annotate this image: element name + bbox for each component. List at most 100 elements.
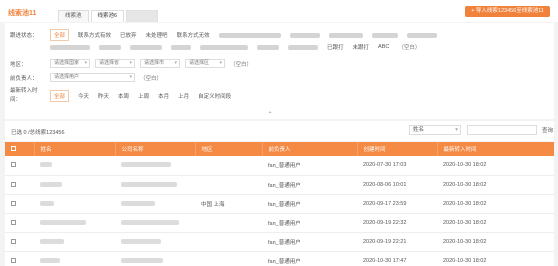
status-option-all[interactable]: 全部: [50, 29, 70, 41]
tab-lead-pool-6[interactable]: 线索池6: [90, 10, 125, 22]
time-option-yesterday[interactable]: 昨天: [98, 92, 109, 100]
col-created[interactable]: 创建时间: [357, 142, 438, 156]
table-row[interactable]: fan_普通用户 2020-09-19 22:21 2020-10-30 18:…: [5, 232, 554, 252]
col-company[interactable]: 公司名称: [115, 142, 196, 156]
company-name-blurred: [121, 181, 177, 187]
row-checkbox[interactable]: [11, 238, 16, 244]
status-option-blurred[interactable]: [218, 32, 281, 38]
status-option-blurred[interactable]: [130, 44, 162, 50]
time-option-all[interactable]: 全部: [50, 90, 70, 102]
status-option-unprocessed[interactable]: 未处理吧: [146, 31, 168, 39]
company-name-blurred: [121, 257, 163, 263]
table-row[interactable]: fan_普通用户 2020-09-19 22:32 2020-10-30 18:…: [5, 213, 554, 233]
status-option-blurred[interactable]: [171, 44, 191, 50]
row-checkbox[interactable]: [11, 162, 16, 168]
row-checkbox[interactable]: [11, 181, 16, 187]
status-option-empty[interactable]: （空白）: [398, 43, 420, 51]
owner-cell: fan_普通用户: [262, 232, 357, 252]
owner-select[interactable]: 请选择用户 ▾: [50, 73, 135, 82]
status-option-blurred[interactable]: [289, 32, 320, 38]
search-button[interactable]: 查询: [542, 126, 553, 134]
lead-name-blurred[interactable]: [40, 181, 62, 187]
status-option-invalid[interactable]: 联系方式无效: [177, 31, 210, 39]
table-row[interactable]: fan_普通用户 2020-10-30 17:47 2020-10-30 18:…: [5, 251, 554, 266]
company-name-blurred: [121, 238, 161, 244]
lead-name-blurred[interactable]: [40, 238, 64, 244]
chevron-down-icon: ▾: [174, 60, 177, 66]
owner-cell: fan_普通用户: [262, 194, 357, 214]
time-option-custom[interactable]: 自定义时间段: [198, 92, 231, 100]
status-option-not-followed[interactable]: 未跟打: [353, 43, 370, 51]
status-option-blurred[interactable]: [50, 44, 90, 50]
row-checkbox[interactable]: [11, 257, 16, 263]
time-option-this-month[interactable]: 本月: [158, 92, 169, 100]
status-option-blurred[interactable]: [257, 44, 279, 50]
company-name-blurred: [121, 200, 155, 206]
created-cell: 2020-07-30 17:03: [357, 156, 437, 176]
company-name-blurred: [121, 219, 179, 225]
status-option-followed[interactable]: 已跟打: [327, 43, 344, 51]
created-cell: 2020-08-06 10:01: [357, 175, 437, 195]
status-option-blurred[interactable]: [200, 44, 248, 50]
lead-name-blurred[interactable]: [40, 162, 52, 168]
search-field-select[interactable]: 姓名 ▾: [409, 125, 461, 135]
checkbox[interactable]: [11, 146, 16, 152]
region-cell: [195, 232, 262, 252]
region-cell: [195, 156, 262, 176]
tab-lead-pool[interactable]: 线索池: [58, 10, 89, 22]
chevron-down-icon: ▾: [219, 60, 222, 66]
lead-name-blurred[interactable]: [40, 200, 54, 206]
status-option-abandoned[interactable]: 已放弃: [120, 31, 137, 39]
import-leads-button[interactable]: + 导入线索123456至线索池11: [465, 6, 550, 17]
table-row[interactable]: fan_普通用户 2020-08-06 10:01 2020-10-30 18:…: [5, 175, 554, 195]
col-owner[interactable]: 前负责人: [262, 142, 358, 156]
select-all-checkbox[interactable]: [5, 142, 35, 156]
province-select-value: 请选择省: [99, 60, 120, 66]
time-filter-label-line2: 间：: [10, 97, 22, 103]
province-select[interactable]: 请选择省 ▾: [95, 59, 135, 68]
created-cell: 2020-09-19 22:32: [357, 213, 437, 233]
status-option-valid[interactable]: 联系方式有效: [78, 31, 111, 39]
status-filter-label: 跟进状态：: [10, 33, 38, 39]
created-cell: 2020-09-17 23:59: [357, 194, 437, 214]
row-checkbox[interactable]: [11, 219, 16, 225]
time-option-this-week[interactable]: 本周: [118, 92, 129, 100]
col-latest[interactable]: 最新转入时间: [437, 142, 554, 156]
latest-cell: 2020-10-30 18:02: [437, 194, 554, 214]
region-cell: [195, 251, 262, 266]
search-input[interactable]: [467, 125, 537, 135]
status-option-blurred[interactable]: [99, 44, 121, 50]
status-option-blurred[interactable]: [288, 44, 318, 50]
lead-name-blurred[interactable]: [40, 257, 60, 263]
table-row[interactable]: fan_普通用户 2020-07-30 17:03 2020-10-30 18:…: [5, 156, 554, 176]
top-bar: 线索池11 线索池 线索池6 + 导入线索123456至线索池11: [0, 0, 558, 22]
lead-name-blurred[interactable]: [40, 219, 86, 225]
time-option-last-month[interactable]: 上月: [178, 92, 189, 100]
time-filter-label: 最新转入时 间：: [10, 87, 50, 105]
time-option-today[interactable]: 今天: [78, 92, 89, 100]
district-select[interactable]: 请选择区 ▾: [185, 59, 225, 68]
collapse-filter-icon[interactable]: ⌃: [264, 112, 276, 119]
region-empty-option[interactable]: （空白）: [230, 60, 252, 68]
row-checkbox[interactable]: [11, 200, 16, 206]
created-cell: 2020-10-30 17:47: [357, 251, 437, 266]
table-row[interactable]: 中国 上海 fan_普通用户 2020-09-17 23:59 2020-10-…: [5, 194, 554, 214]
owner-cell: fan_普通用户: [262, 213, 357, 233]
status-option-blurred[interactable]: [371, 32, 398, 38]
district-select-value: 请选择区: [189, 60, 210, 66]
status-option-blurred[interactable]: [328, 32, 363, 38]
time-option-last-week[interactable]: 上周: [138, 92, 149, 100]
owner-empty-option[interactable]: （空白）: [140, 74, 162, 82]
table-header: 姓名 公司名称 地区 前负责人 创建时间 最新转入时间: [5, 142, 554, 156]
tab-blurred[interactable]: [126, 10, 159, 22]
status-option-blurred[interactable]: [406, 32, 437, 38]
page-title: 线索池11: [8, 10, 37, 17]
company-name-blurred: [121, 162, 171, 168]
col-name[interactable]: 姓名: [34, 142, 116, 156]
tab-strip: 线索池 线索池6: [58, 10, 160, 22]
city-select[interactable]: 请选择市 ▾: [140, 59, 180, 68]
status-option-abc[interactable]: ABC: [378, 44, 389, 50]
col-region[interactable]: 地区: [195, 142, 263, 156]
country-select[interactable]: 请选择国家 ▾: [50, 59, 90, 68]
chevron-down-icon: ▾: [129, 60, 132, 66]
